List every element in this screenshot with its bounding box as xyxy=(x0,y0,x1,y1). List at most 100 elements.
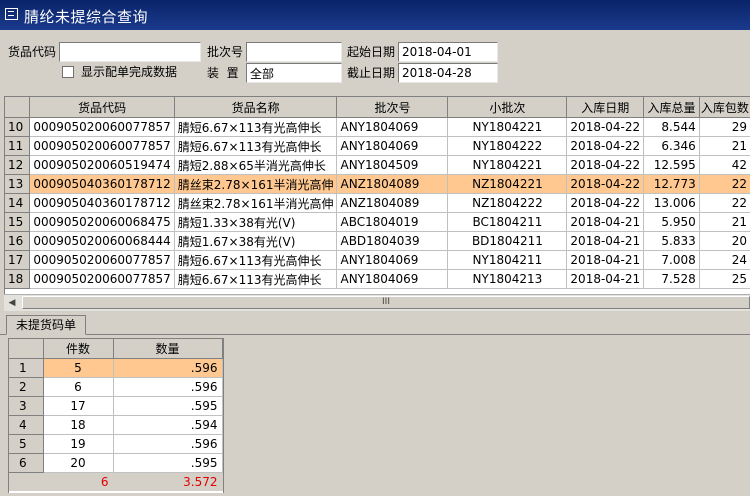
table-row[interactable]: 5 19 .596 xyxy=(9,434,223,454)
col-header-count[interactable]: 件数 xyxy=(43,339,114,359)
cell-product-name[interactable]: 腈短2.88×65半消光高伸长 xyxy=(174,155,338,175)
cell-in-qty[interactable]: 12.773 xyxy=(643,174,700,194)
table-row[interactable]: 18 000905020060077857 腈短6.67×113有光高伸长 AN… xyxy=(5,269,750,289)
cell-count[interactable]: 19 xyxy=(43,434,114,454)
pack-select[interactable] xyxy=(246,63,342,83)
cell-batch[interactable]: ANZ1804089 xyxy=(336,174,449,194)
cell-in-packs[interactable]: 24 xyxy=(699,250,750,270)
cell-in-date[interactable]: 2018-04-22 xyxy=(566,174,645,194)
cell-product-code[interactable]: 000905020060077857 xyxy=(29,269,175,289)
cell-in-packs[interactable]: 20 xyxy=(699,231,750,251)
cell-product-name[interactable]: 腈丝束2.78×161半消光高伸 xyxy=(174,174,338,194)
cell-in-qty[interactable]: 13.006 xyxy=(643,193,700,213)
table-row[interactable]: 15 000905020060068475 腈短1.33×38有光(V) ABC… xyxy=(5,212,750,232)
cell-in-packs[interactable]: 42 xyxy=(699,155,750,175)
cell-batch[interactable]: ANY1804069 xyxy=(336,250,449,270)
col-header-batch[interactable]: 批次号 xyxy=(336,97,449,118)
product-code-input[interactable] xyxy=(59,42,201,62)
cell-product-name[interactable]: 腈短1.67×38有光(V) xyxy=(174,231,338,251)
cell-in-packs[interactable]: 22 xyxy=(699,174,750,194)
cell-batch[interactable]: ANY1804069 xyxy=(336,136,449,156)
col-header-in-qty[interactable]: 入库总量 xyxy=(643,97,700,118)
cell-batch[interactable]: ABC1804019 xyxy=(336,212,449,232)
cell-sub-batch[interactable]: NY1804221 xyxy=(447,117,568,137)
cell-in-qty[interactable]: 7.008 xyxy=(643,250,700,270)
cell-in-qty[interactable]: 5.950 xyxy=(643,212,700,232)
cell-in-qty[interactable]: 6.346 xyxy=(643,136,700,156)
table-row[interactable]: 2 6 .596 xyxy=(9,377,223,397)
cell-in-qty[interactable]: 7.528 xyxy=(643,269,700,289)
cell-in-date[interactable]: 2018-04-21 xyxy=(566,250,645,270)
cell-product-name[interactable]: 腈短6.67×113有光高伸长 xyxy=(174,117,338,137)
cell-product-code[interactable]: 000905020060077857 xyxy=(29,117,175,137)
cell-in-packs[interactable]: 25 xyxy=(699,269,750,289)
cell-in-packs[interactable]: 21 xyxy=(699,136,750,156)
cell-sub-batch[interactable]: NY1804211 xyxy=(447,250,568,270)
cell-product-code[interactable]: 000905020060077857 xyxy=(29,250,175,270)
cell-in-packs[interactable]: 22 xyxy=(699,193,750,213)
cell-sub-batch[interactable]: BC1804211 xyxy=(447,212,568,232)
scroll-left-arrow-icon[interactable]: ◀ xyxy=(4,295,20,311)
table-row[interactable]: 6 20 .595 xyxy=(9,453,223,473)
table-row[interactable]: 11 000905020060077857 腈短6.67×113有光高伸长 AN… xyxy=(5,136,750,156)
cell-sub-batch[interactable]: NY1804222 xyxy=(447,136,568,156)
cell-product-code[interactable]: 000905020060068444 xyxy=(29,231,175,251)
cell-batch[interactable]: ANY1804069 xyxy=(336,269,449,289)
cell-qty[interactable]: .596 xyxy=(113,434,223,454)
cell-product-code[interactable]: 000905040360178712 xyxy=(29,174,175,194)
table-row[interactable]: 16 000905020060068444 腈短1.67×38有光(V) ABD… xyxy=(5,231,750,251)
tab-unpicked-codes[interactable]: 未提货码单 xyxy=(6,315,86,335)
main-grid[interactable]: 货品代码 货品名称 批次号 小批次 入库日期 入库总量 入库包数 10 0009… xyxy=(4,96,750,311)
cell-count[interactable]: 6 xyxy=(43,377,114,397)
cell-product-name[interactable]: 腈短6.67×113有光高伸长 xyxy=(174,250,338,270)
cell-in-qty[interactable]: 5.833 xyxy=(643,231,700,251)
cell-product-name[interactable]: 腈短6.67×113有光高伸长 xyxy=(174,136,338,156)
table-row[interactable]: 10 000905020060077857 腈短6.67×113有光高伸长 AN… xyxy=(5,117,750,137)
cell-in-date[interactable]: 2018-04-22 xyxy=(566,193,645,213)
table-row[interactable]: 12 000905020060519474 腈短2.88×65半消光高伸长 AN… xyxy=(5,155,750,175)
cell-in-packs[interactable]: 21 xyxy=(699,212,750,232)
cell-in-date[interactable]: 2018-04-21 xyxy=(566,269,645,289)
col-header-in-date[interactable]: 入库日期 xyxy=(566,97,645,118)
cell-count[interactable]: 20 xyxy=(43,453,114,473)
col-header-product-name[interactable]: 货品名称 xyxy=(174,97,338,118)
cell-in-qty[interactable]: 12.595 xyxy=(643,155,700,175)
cell-in-packs[interactable]: 29 xyxy=(699,117,750,137)
col-header-qty[interactable]: 数量 xyxy=(113,339,223,359)
cell-qty[interactable]: .595 xyxy=(113,396,223,416)
cell-batch[interactable]: ANZ1804089 xyxy=(336,193,449,213)
cell-product-name[interactable]: 腈短6.67×113有光高伸长 xyxy=(174,269,338,289)
cell-sub-batch[interactable]: NZ1804222 xyxy=(447,193,568,213)
table-row[interactable]: 3 17 .595 xyxy=(9,396,223,416)
cell-qty[interactable]: .595 xyxy=(113,453,223,473)
detail-grid[interactable]: 件数 数量 1 5 .596 2 6 .596 3 17 .595 4 18 .… xyxy=(8,338,224,493)
cell-in-date[interactable]: 2018-04-21 xyxy=(566,231,645,251)
cell-product-name[interactable]: 腈短1.33×38有光(V) xyxy=(174,212,338,232)
start-date-input[interactable] xyxy=(398,42,498,62)
cell-product-code[interactable]: 000905040360178712 xyxy=(29,193,175,213)
cell-product-code[interactable]: 000905020060077857 xyxy=(29,136,175,156)
col-header-sub-batch[interactable]: 小批次 xyxy=(447,97,568,118)
cell-in-qty[interactable]: 8.544 xyxy=(643,117,700,137)
cell-product-code[interactable]: 000905020060519474 xyxy=(29,155,175,175)
col-header-in-packs[interactable]: 入库包数 xyxy=(699,97,750,118)
table-row-selected[interactable]: 1 5 .596 xyxy=(9,358,223,378)
cell-sub-batch[interactable]: NY1804221 xyxy=(447,155,568,175)
cell-batch[interactable]: ABD1804039 xyxy=(336,231,449,251)
cell-batch[interactable]: ANY1804509 xyxy=(336,155,449,175)
cell-in-date[interactable]: 2018-04-22 xyxy=(566,155,645,175)
cell-in-date[interactable]: 2018-04-21 xyxy=(566,212,645,232)
cell-qty[interactable]: .594 xyxy=(113,415,223,435)
table-row-selected[interactable]: 13 000905040360178712 腈丝束2.78×161半消光高伸 A… xyxy=(5,174,750,194)
cell-sub-batch[interactable]: BD1804211 xyxy=(447,231,568,251)
batch-input[interactable] xyxy=(246,42,342,62)
cell-batch[interactable]: ANY1804069 xyxy=(336,117,449,137)
col-header-product-code[interactable]: 货品代码 xyxy=(29,97,175,118)
cell-in-date[interactable]: 2018-04-22 xyxy=(566,136,645,156)
end-date-input[interactable] xyxy=(398,63,498,83)
horizontal-scrollbar[interactable]: ◀ III xyxy=(4,294,750,311)
cell-sub-batch[interactable]: NZ1804221 xyxy=(447,174,568,194)
cell-in-date[interactable]: 2018-04-22 xyxy=(566,117,645,137)
cell-count[interactable]: 18 xyxy=(43,415,114,435)
cell-count[interactable]: 17 xyxy=(43,396,114,416)
